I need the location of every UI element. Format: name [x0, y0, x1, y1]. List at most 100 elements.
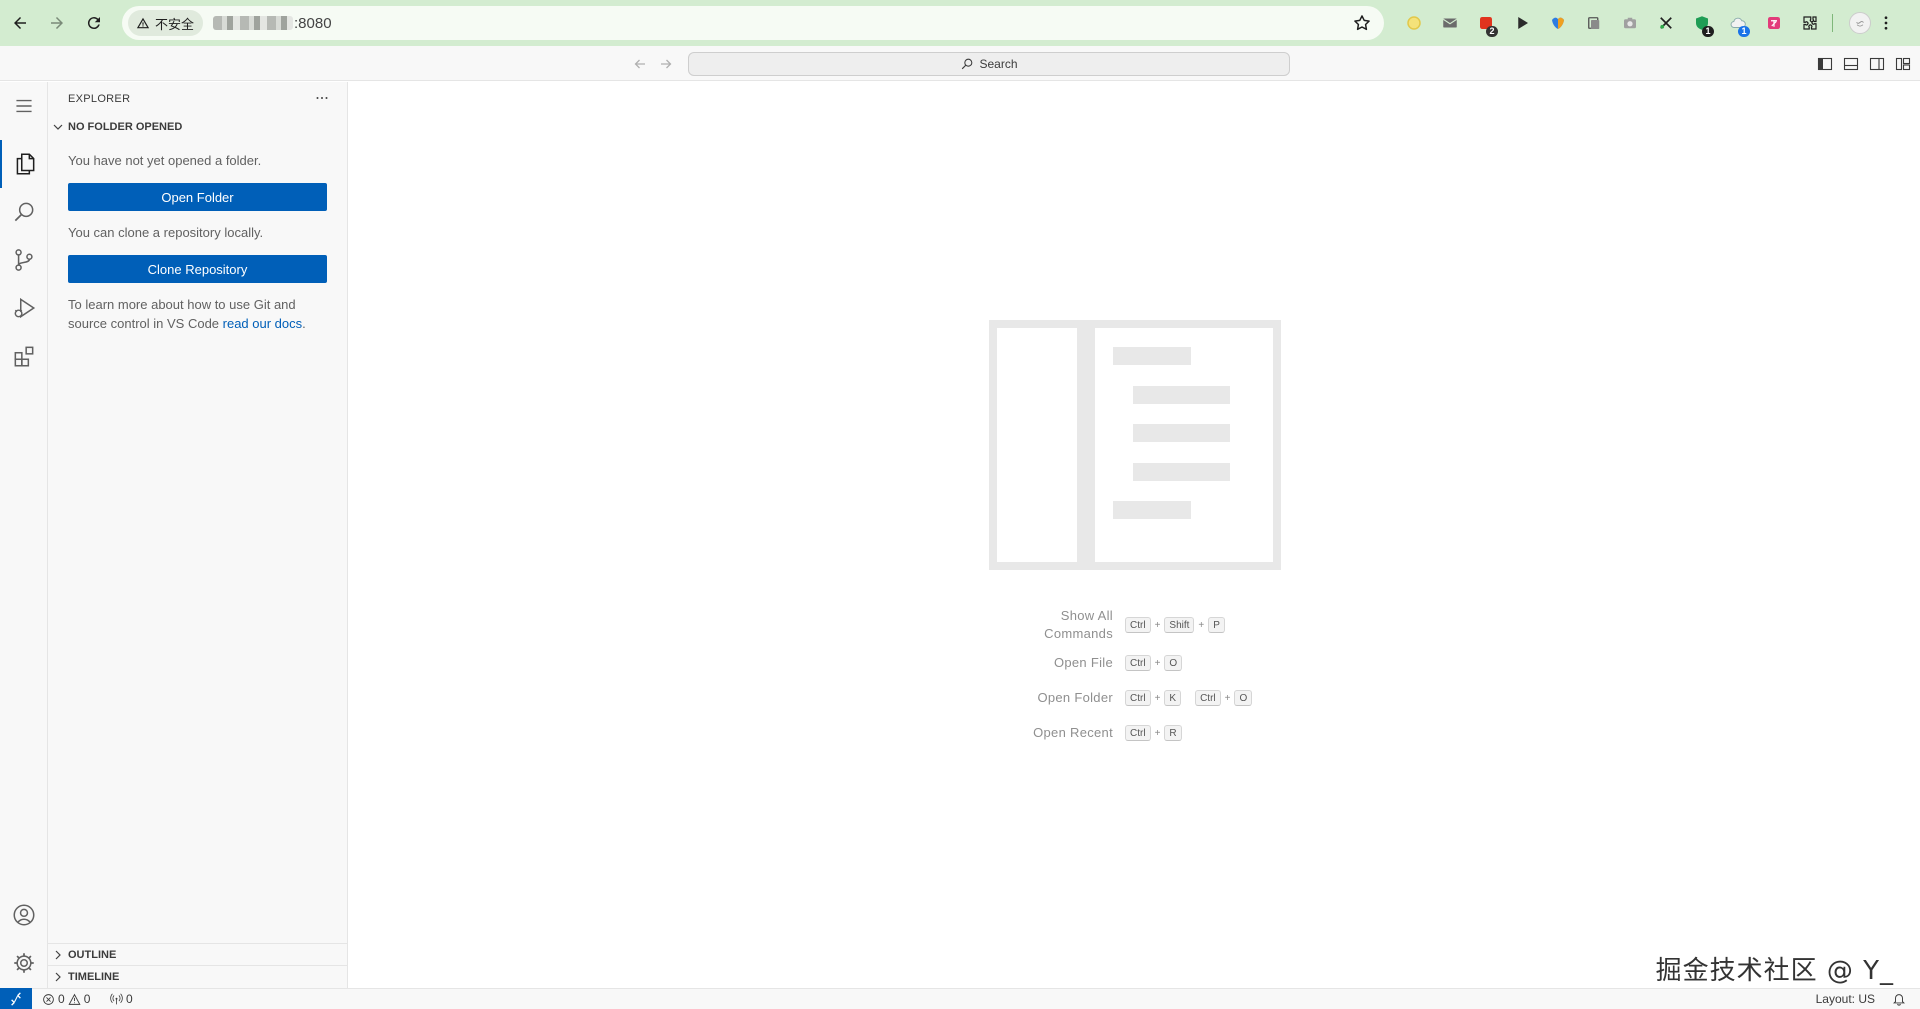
key: Ctrl [1125, 725, 1151, 741]
extension-cloud[interactable]: 1 [1720, 6, 1756, 40]
toolbar-divider [1832, 14, 1833, 32]
section-outline[interactable]: OUTLINE [48, 944, 348, 966]
shortcut-keys: Ctrl + Shift + P [1125, 617, 1225, 633]
reload-button[interactable] [77, 6, 111, 40]
extension-scissors[interactable] [1648, 6, 1684, 40]
ports-indicator[interactable]: 0 [110, 992, 133, 1006]
shortcut-show-all-commands: Show All Commands Ctrl + Shift + P [949, 607, 1369, 643]
address-bar[interactable]: 不安全 :8080 [122, 6, 1384, 40]
section-no-folder-opened[interactable]: NO FOLDER OPENED [48, 116, 348, 138]
extension-circle[interactable] [1396, 6, 1432, 40]
extension-badge: 2 [1486, 26, 1498, 37]
timeline-label: TIMELINE [68, 971, 120, 983]
customize-layout-button[interactable] [1892, 53, 1914, 75]
remote-icon [11, 992, 21, 1006]
ellipsis-icon [316, 97, 328, 99]
shortcut-label: Open Recent [1033, 725, 1113, 740]
play-extension-icon [1518, 17, 1528, 29]
git-learn-line-2-text: source control in VS Code [68, 316, 223, 331]
extensions-menu-button[interactable] [1792, 6, 1828, 40]
back-button[interactable] [3, 6, 37, 40]
vscode-titlebar: Search [0, 46, 1920, 81]
panel-icon [1843, 57, 1859, 71]
browser-toolbar: 不安全 :8080 2 1 1 [0, 0, 1920, 46]
ports-count: 0 [126, 992, 133, 1006]
shortcut-open-file: Open File Ctrl + O [949, 654, 1369, 672]
star-icon[interactable] [1352, 13, 1372, 33]
go-forward-button[interactable] [657, 55, 675, 73]
shortcut-open-folder: Open Folder Ctrl + K Ctrl + O [949, 689, 1369, 707]
activity-source-control[interactable] [0, 236, 48, 284]
extension-camera[interactable] [1612, 6, 1648, 40]
extension-play[interactable] [1504, 6, 1540, 40]
customize-layout-icon [1895, 57, 1911, 71]
vscode-letterpress-logo [989, 320, 1281, 570]
kebab-menu-icon [1884, 16, 1888, 30]
key: O [1164, 655, 1183, 671]
go-back-button[interactable] [631, 55, 649, 73]
activity-manage[interactable] [0, 939, 48, 987]
extension-badge: 1 [1702, 26, 1714, 37]
security-chip[interactable]: 不安全 [128, 10, 204, 36]
reload-icon [87, 17, 100, 30]
section-timeline[interactable]: TIMELINE [48, 966, 348, 988]
key: R [1164, 725, 1182, 741]
chevron-right-icon [55, 972, 61, 982]
read-our-docs-link[interactable]: read our docs [223, 316, 303, 331]
toggle-panel-button[interactable] [1840, 53, 1862, 75]
application-menu-button[interactable] [0, 82, 48, 130]
key: Ctrl [1195, 690, 1221, 706]
activity-run-debug[interactable] [0, 284, 48, 332]
explorer-more-actions-button[interactable] [311, 87, 333, 109]
activity-extensions[interactable] [0, 332, 48, 380]
shortcut-label-line: Commands [1044, 626, 1113, 641]
activity-accounts[interactable] [0, 891, 48, 939]
bell-icon[interactable] [1892, 992, 1906, 1006]
git-learn-line-2: source control in VS Code read our docs. [68, 314, 306, 333]
open-folder-button[interactable]: Open Folder [68, 183, 327, 211]
toggle-primary-sidebar-button[interactable] [1814, 53, 1836, 75]
shortcut-keys: Ctrl + O [1125, 655, 1183, 671]
extension-red[interactable]: 2 [1468, 6, 1504, 40]
translate-extension-icon [1768, 17, 1780, 29]
keyboard-layout-indicator[interactable]: Layout: US [1816, 992, 1875, 1006]
browser-menu-button[interactable] [1871, 6, 1901, 40]
section-title: NO FOLDER OPENED [68, 121, 183, 133]
extension-copy[interactable] [1576, 6, 1612, 40]
key-plus: + [1224, 692, 1231, 704]
forward-arrow-icon [51, 17, 63, 29]
source-control-icon [15, 249, 33, 271]
editor-area: Show All Commands Ctrl + Shift + P Open Fi… [349, 82, 1920, 988]
forward-button[interactable] [40, 6, 74, 40]
shortcut-label: Open Folder [1037, 690, 1113, 705]
run-debug-icon [14, 297, 36, 319]
problems-indicator[interactable]: 0 0 [42, 992, 90, 1006]
extension-green[interactable]: 1 [1684, 6, 1720, 40]
security-label: 不安全 [155, 16, 195, 32]
warning-icon [136, 17, 150, 29]
git-learn-line-1: To learn more about how to use Git and [68, 297, 296, 312]
key-plus: + [1154, 657, 1161, 669]
mail-extension-icon [1442, 18, 1458, 28]
extensions-area: 2 1 1 [1396, 6, 1901, 40]
extension-translate[interactable] [1756, 6, 1792, 40]
extensions-icon [14, 346, 34, 367]
activity-explorer[interactable] [0, 140, 48, 188]
activity-search[interactable] [0, 188, 48, 236]
clone-repository-button[interactable]: Clone Repository [68, 255, 327, 283]
command-center-search[interactable]: Search [688, 52, 1290, 76]
toggle-secondary-sidebar-button[interactable] [1866, 53, 1888, 75]
site-watermark: 掘金技术社区 @ Y_ [1655, 956, 1894, 986]
remote-indicator-button[interactable] [0, 988, 32, 1009]
url-host-redacted [213, 16, 294, 30]
explorer-sidebar: EXPLORER NO FOLDER OPENED You have not y… [48, 82, 348, 988]
manage-gear-icon [14, 953, 34, 973]
account-icon [13, 904, 35, 926]
profile-avatar-button[interactable] [1849, 12, 1871, 34]
git-learn-period: . [302, 316, 306, 331]
shield-extension-icon [1552, 17, 1564, 29]
extension-mail[interactable] [1432, 6, 1468, 40]
layout-controls [1814, 53, 1920, 75]
extension-shield[interactable] [1540, 6, 1576, 40]
arrow-left-icon [634, 59, 645, 69]
